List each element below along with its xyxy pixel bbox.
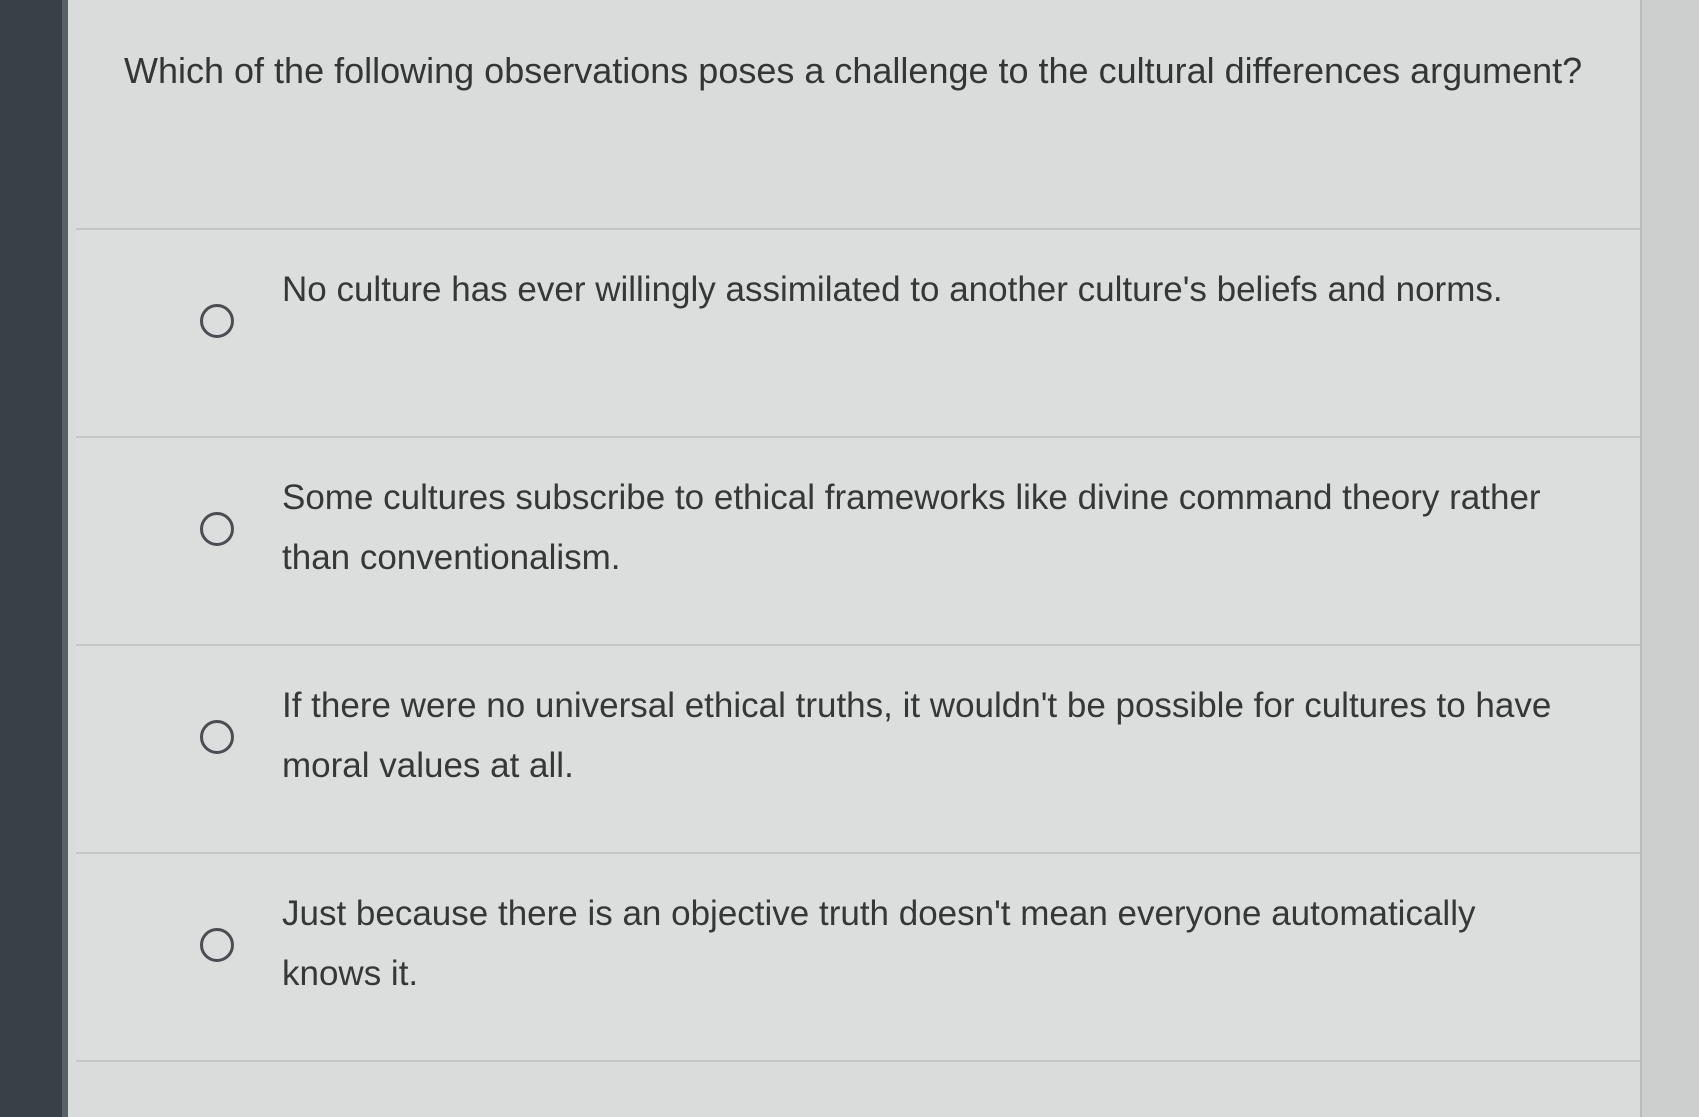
question-text: Which of the following observations pose… xyxy=(124,50,1583,91)
left-sidebar xyxy=(0,0,66,1117)
answer-option-4[interactable]: Just because there is an objective truth… xyxy=(76,854,1640,1062)
radio-button-icon[interactable] xyxy=(200,928,234,962)
radio-button-icon[interactable] xyxy=(200,512,234,546)
option-label: Just because there is an objective truth… xyxy=(282,894,1476,993)
answer-option-2[interactable]: Some cultures subscribe to ethical frame… xyxy=(76,438,1640,646)
right-margin xyxy=(1640,0,1699,1117)
option-label: No culture has ever willingly assimilate… xyxy=(282,270,1503,309)
question-panel: Which of the following observations pose… xyxy=(68,0,1640,1117)
answer-option-1[interactable]: No culture has ever willingly assimilate… xyxy=(76,230,1640,438)
radio-button-icon[interactable] xyxy=(200,304,234,338)
option-label: If there were no universal ethical truth… xyxy=(282,686,1552,785)
answer-option-3[interactable]: If there were no universal ethical truth… xyxy=(76,646,1640,854)
option-label: Some cultures subscribe to ethical frame… xyxy=(282,478,1541,577)
radio-button-icon[interactable] xyxy=(200,720,234,754)
